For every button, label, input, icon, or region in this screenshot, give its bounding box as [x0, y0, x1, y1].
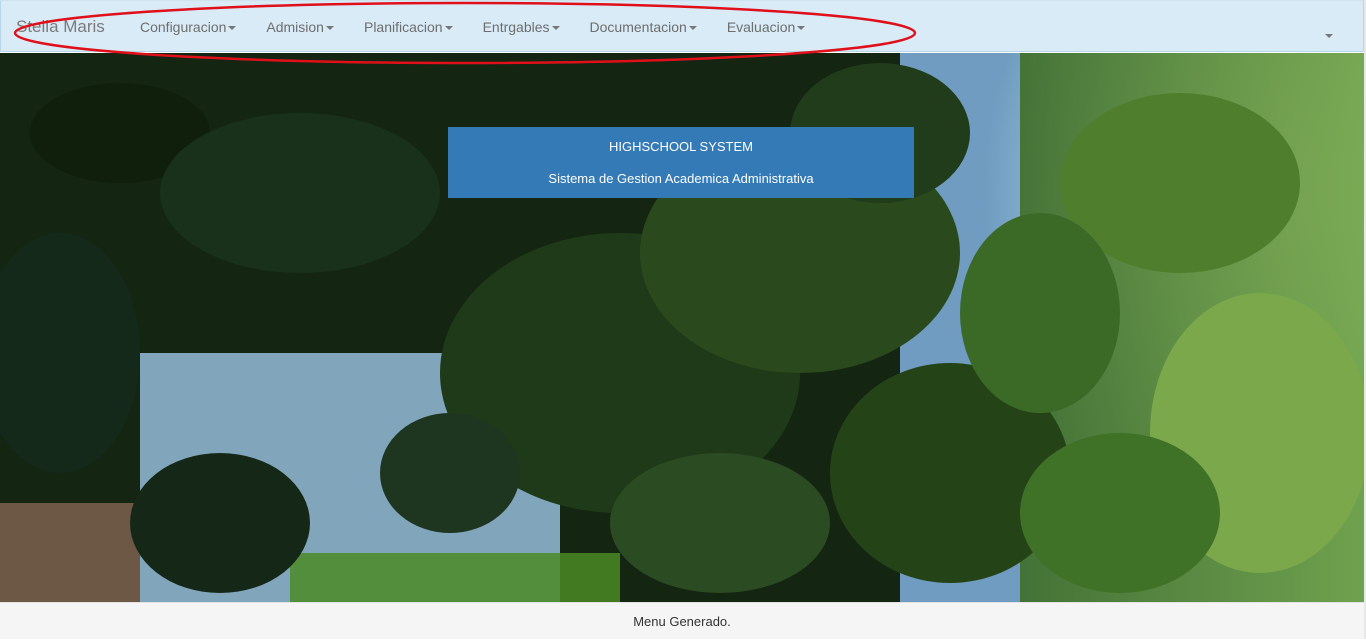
nav-item-label: Documentacion: [589, 19, 687, 35]
caret-down-icon: [325, 26, 334, 31]
caret-down-icon: [551, 26, 560, 31]
caret-down-icon: [1325, 33, 1333, 38]
caret-down-icon: [228, 26, 237, 31]
footer-text: Menu Generado.: [633, 614, 731, 629]
nav-item-configuracion[interactable]: Configuracion: [125, 1, 251, 53]
banner-subtitle: Sistema de Gestion Academica Administrat…: [548, 171, 814, 186]
top-navbar: Stella Maris Configuracion Admision Plan…: [0, 0, 1364, 52]
hero-background: HIGHSCHOOL SYSTEM Sistema de Gestion Aca…: [0, 53, 1364, 602]
caret-down-icon: [444, 26, 453, 31]
nav-item-label: Evaluacion: [726, 19, 796, 35]
nav-item-admision[interactable]: Admision: [251, 1, 349, 53]
nav-menu: Configuracion Admision Planificacion Ent…: [125, 1, 820, 53]
banner-title: HIGHSCHOOL SYSTEM: [609, 139, 753, 154]
caret-down-icon: [797, 26, 806, 31]
nav-item-planificacion[interactable]: Planificacion: [349, 1, 468, 53]
nav-item-label: Planificacion: [363, 19, 443, 35]
brand-link[interactable]: Stella Maris: [16, 17, 105, 37]
footer: Menu Generado.: [0, 602, 1364, 639]
nav-item-documentacion[interactable]: Documentacion: [575, 1, 712, 53]
nav-item-label: Admision: [266, 19, 324, 35]
nav-item-label: Configuracion: [140, 19, 227, 35]
nav-item-evaluacion[interactable]: Evaluacion: [712, 1, 821, 53]
system-banner: HIGHSCHOOL SYSTEM Sistema de Gestion Aca…: [448, 127, 914, 198]
user-dropdown-toggle[interactable]: [1319, 23, 1337, 49]
nav-item-entrgables[interactable]: Entrgables: [468, 1, 575, 53]
caret-down-icon: [688, 26, 697, 31]
nav-item-label: Entrgables: [482, 19, 550, 35]
